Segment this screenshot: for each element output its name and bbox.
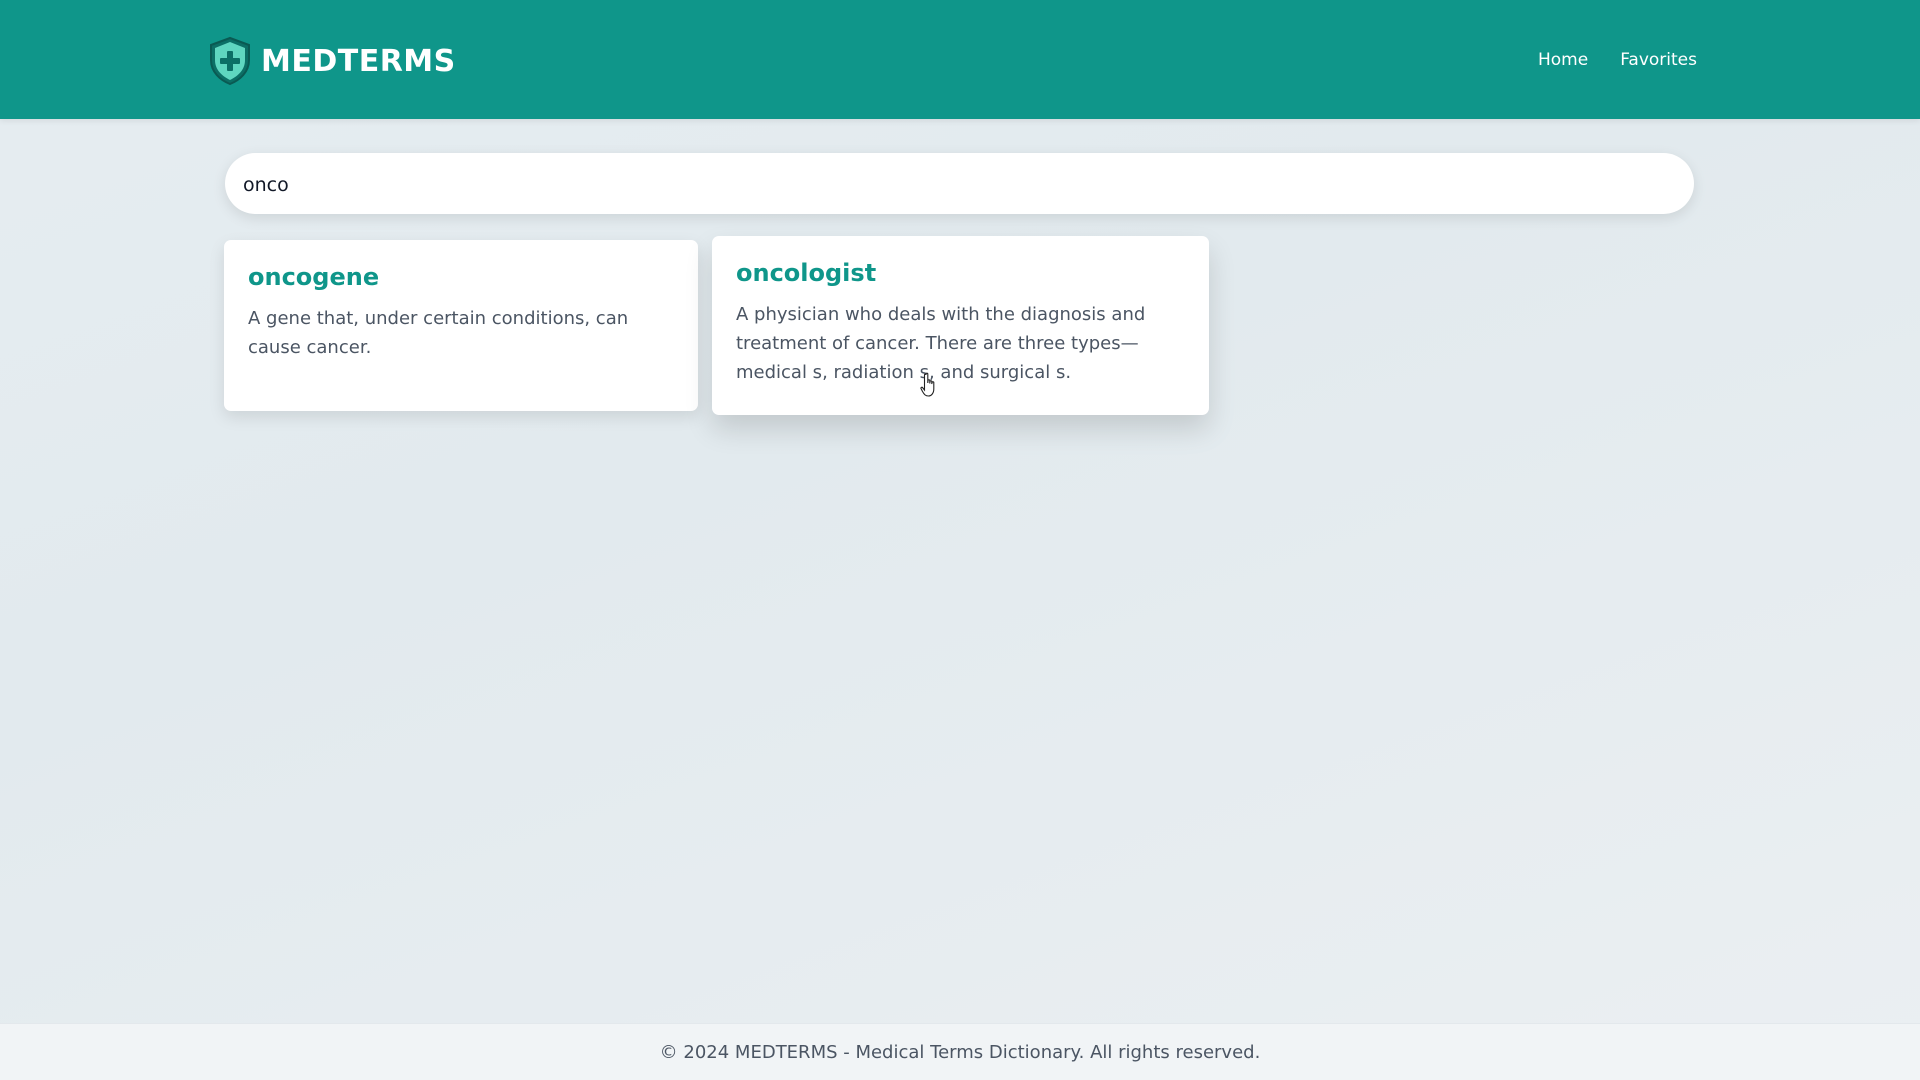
shield-plus-icon (207, 36, 253, 86)
site-header: MEDTERMS Home Favorites (0, 0, 1920, 119)
nav-home-link[interactable]: Home (1538, 50, 1588, 70)
search-bar (225, 153, 1694, 216)
result-definition: A physician who deals with the diagnosis… (736, 304, 1146, 383)
site-footer: © 2024 MEDTERMS - Medical Terms Dictiona… (0, 1023, 1920, 1080)
result-definition: A gene that, under certain conditions, c… (248, 308, 629, 358)
result-card-oncologist[interactable]: oncologist A physician who deals with th… (712, 236, 1209, 415)
result-term: oncologist (736, 259, 877, 287)
nav-favorites-link[interactable]: Favorites (1620, 50, 1697, 70)
search-input[interactable] (241, 153, 1665, 216)
result-term: oncogene (248, 263, 380, 291)
result-card-oncogene[interactable]: oncogene A gene that, under certain cond… (224, 240, 698, 411)
main-nav: Home Favorites (1538, 0, 1697, 119)
brand-name: MEDTERMS (261, 43, 456, 79)
brand[interactable]: MEDTERMS (207, 36, 456, 86)
footer-copyright: © 2024 MEDTERMS - Medical Terms Dictiona… (659, 1041, 1261, 1063)
